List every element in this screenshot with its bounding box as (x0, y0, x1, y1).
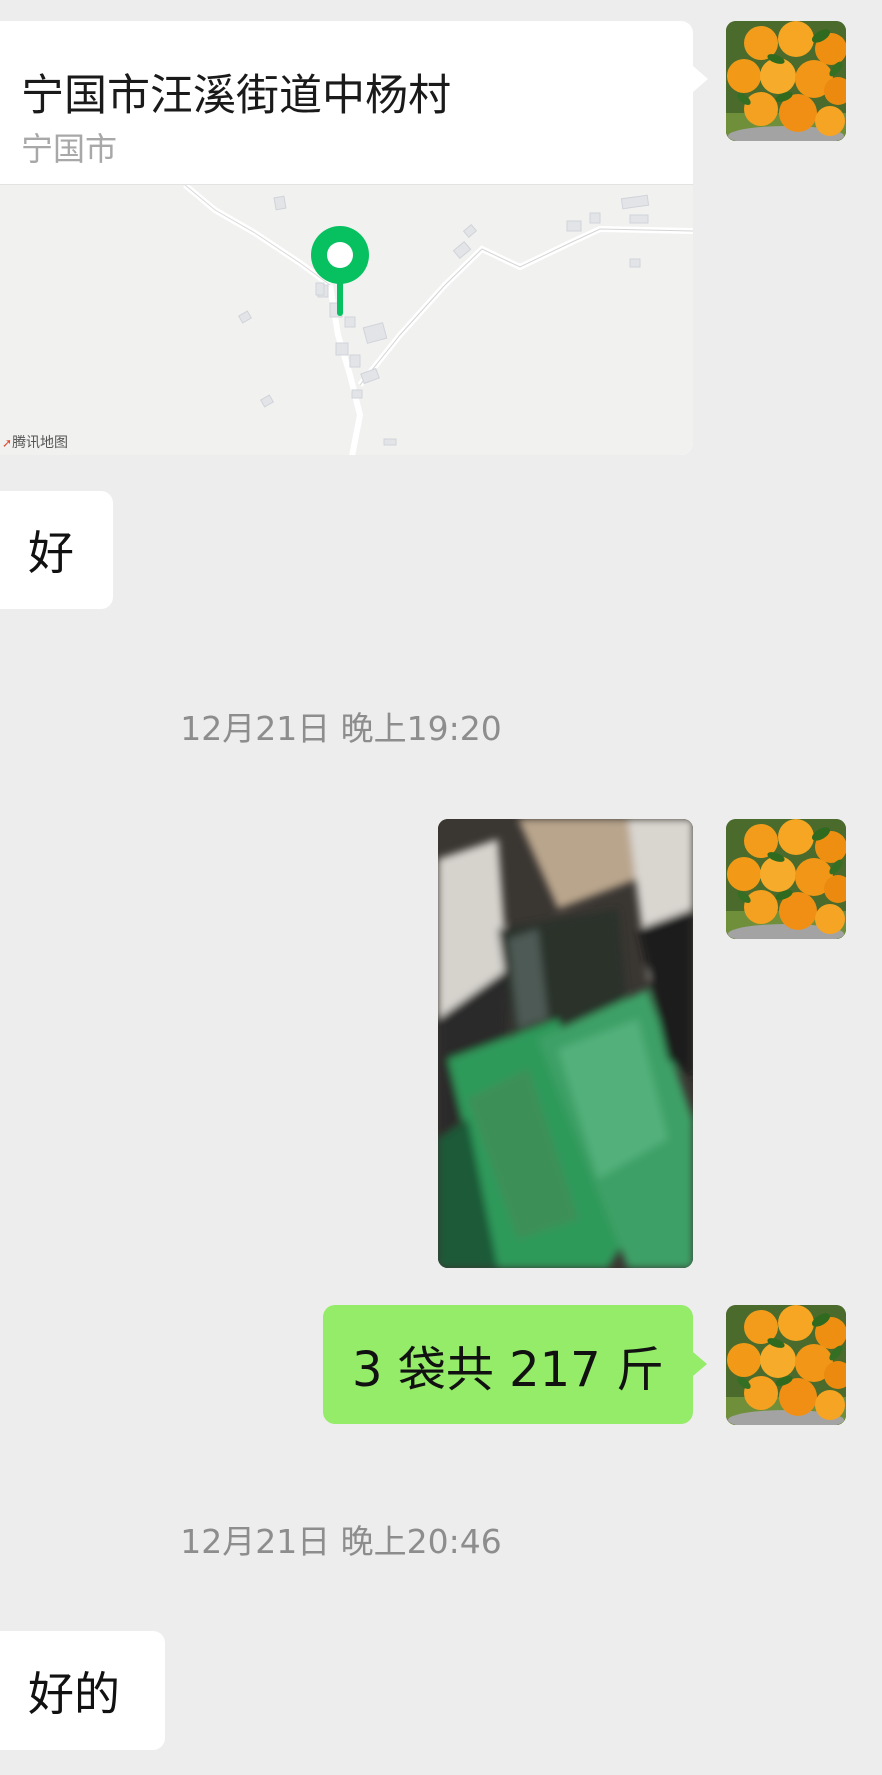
location-map[interactable]: ➚腾讯地图 (0, 182, 693, 455)
bubble-tail (693, 1352, 707, 1376)
map-attribution: ➚腾讯地图 (2, 435, 69, 451)
message-text: 3 袋共 217 斤 (352, 1341, 664, 1398)
avatar[interactable] (726, 21, 846, 141)
photo-sacks-image (438, 819, 693, 1268)
avatar[interactable] (726, 819, 846, 939)
outgoing-message-bubble[interactable]: 3 袋共 217 斤 (323, 1305, 707, 1424)
location-title: 宁国市汪溪街道中杨村 (21, 71, 451, 121)
tencent-map-logo-icon: ➚ (2, 436, 13, 450)
location-card-tail (693, 66, 708, 92)
avatar[interactable] (726, 1305, 846, 1425)
message-timestamp: 12月21日 晚上20:46 (180, 1522, 502, 1561)
message-text: 好的 (28, 1666, 120, 1721)
oranges-avatar-image (726, 819, 846, 939)
oranges-avatar-image (726, 1305, 846, 1425)
location-subtitle: 宁国市 (21, 130, 118, 168)
message-text: 好 (28, 526, 74, 580)
oranges-avatar-image (726, 21, 846, 141)
location-message-card[interactable]: 宁国市汪溪街道中杨村 宁国市 ➚腾讯地图 (0, 21, 693, 455)
incoming-message-bubble[interactable]: 好 (0, 491, 113, 609)
message-timestamp: 12月21日 晚上19:20 (180, 709, 502, 748)
image-message[interactable] (438, 819, 693, 1268)
location-pin-icon (311, 226, 369, 316)
incoming-message-bubble[interactable]: 好的 (0, 1631, 165, 1750)
